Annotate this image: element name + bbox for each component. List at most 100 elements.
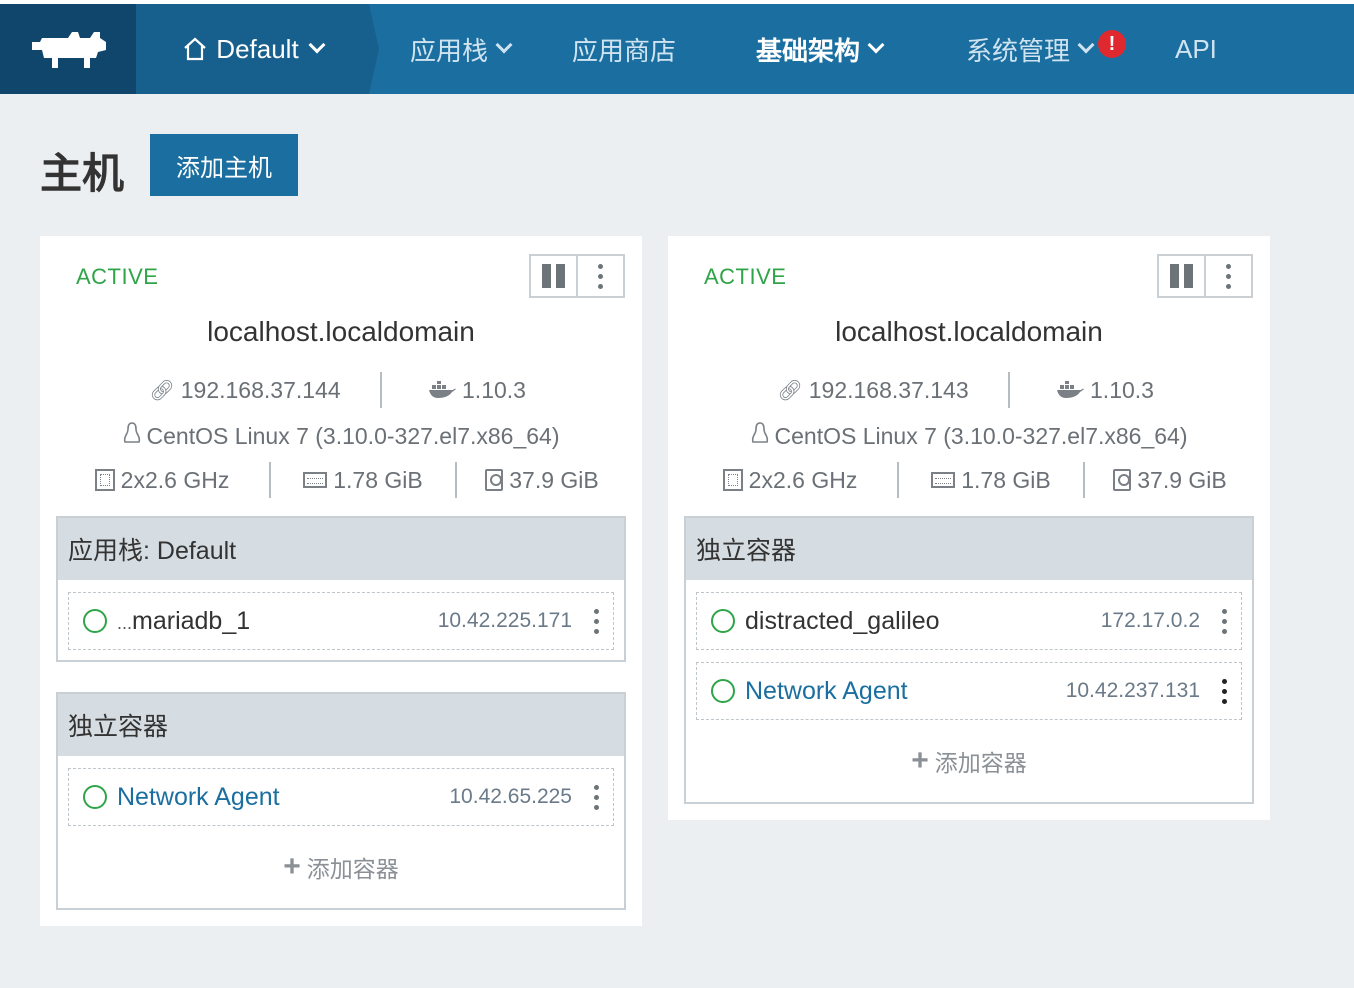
- host-card: ACTIVE localhost.localdomain 🔗︎ 192.168.…: [668, 236, 1270, 820]
- pause-button[interactable]: [1159, 256, 1204, 296]
- running-status-icon: [83, 609, 107, 633]
- stack-group: 应用栈: Default ...mariadb_1 10.42.225.171: [56, 516, 626, 662]
- host-ip-value: 192.168.37.144: [180, 376, 341, 403]
- container-ip: 10.42.237.131: [1065, 679, 1200, 702]
- host-info-row-resources: 2x2.6 GHz 1.78 GiB 37.9 GiB: [40, 462, 642, 498]
- running-status-icon: [711, 679, 735, 703]
- nav-item-api[interactable]: API: [1175, 4, 1217, 94]
- container-name[interactable]: distracted_galileo: [745, 607, 1101, 636]
- running-status-icon: [711, 609, 735, 633]
- environment-label: Default: [216, 33, 299, 64]
- cpu-icon: [722, 469, 743, 491]
- plus-icon: +: [283, 850, 301, 883]
- docker-icon: [429, 381, 457, 398]
- host-memory: 1.78 GiB: [899, 467, 1083, 494]
- host-disk-value: 37.9 GiB: [509, 466, 599, 493]
- add-container-button[interactable]: + 添加容器: [58, 850, 624, 884]
- cpu-icon: [94, 469, 115, 491]
- plus-icon: +: [911, 744, 929, 777]
- host-memory: 1.78 GiB: [271, 467, 455, 494]
- host-menu-button[interactable]: [1204, 256, 1251, 296]
- disk-icon: [485, 469, 504, 491]
- nav-item-label: 基础架构: [756, 35, 861, 66]
- docker-version: 1.10.3: [382, 377, 572, 404]
- container-row[interactable]: distracted_galileo 172.17.0.2: [696, 592, 1242, 650]
- rancher-logo[interactable]: [0, 4, 136, 94]
- host-cpu-value: 2x2.6 GHz: [120, 466, 230, 493]
- container-name-text: mariadb_1: [132, 606, 251, 635]
- environment-selector[interactable]: Default: [136, 4, 369, 94]
- container-menu-icon[interactable]: [1222, 608, 1227, 634]
- host-ip: 🔗︎ 192.168.37.144: [110, 377, 380, 404]
- docker-icon: [1057, 381, 1085, 398]
- host-actions: [529, 254, 625, 298]
- nav-item-catalog[interactable]: 应用商店: [572, 4, 676, 94]
- page-title: 主机: [40, 150, 125, 197]
- link-icon: 🔗︎: [777, 379, 803, 402]
- group-header: 独立容器: [58, 694, 624, 756]
- top-nav-bar: Default 应用栈 应用商店 基础架构 系统管理 ! API: [0, 4, 1354, 94]
- kebab-icon: [1226, 263, 1231, 289]
- host-state-badge: ACTIVE: [704, 264, 787, 289]
- host-info-row-network: 🔗︎ 192.168.37.144 1.10.3: [40, 372, 642, 408]
- link-icon: 🔗︎: [149, 379, 175, 402]
- container-row[interactable]: ...mariadb_1 10.42.225.171: [68, 592, 614, 650]
- host-os: CentOS Linux 7 (3.10.0-327.el7.x86_64): [146, 422, 560, 449]
- host-cpu: 2x2.6 GHz: [683, 467, 897, 494]
- container-row[interactable]: Network Agent 10.42.237.131: [696, 662, 1242, 720]
- host-os: CentOS Linux 7 (3.10.0-327.el7.x86_64): [774, 422, 1188, 449]
- add-host-button[interactable]: 添加主机: [150, 134, 298, 196]
- host-ip-value: 192.168.37.143: [808, 376, 969, 403]
- host-card: ACTIVE localhost.localdomain 🔗︎ 192.168.…: [40, 236, 642, 926]
- kebab-icon: [598, 263, 603, 289]
- home-icon: [184, 37, 207, 61]
- container-name[interactable]: Network Agent: [745, 677, 1066, 706]
- standalone-group: 独立容器 distracted_galileo 172.17.0.2 Netwo…: [684, 516, 1254, 804]
- group-header: 应用栈: Default: [58, 518, 624, 580]
- nav-item-label: 系统管理: [966, 35, 1071, 66]
- container-menu-icon[interactable]: [1222, 678, 1227, 704]
- add-container-button[interactable]: + 添加容器: [686, 744, 1252, 778]
- group-header: 独立容器: [686, 518, 1252, 580]
- container-row[interactable]: Network Agent 10.42.65.225: [68, 768, 614, 826]
- host-cpu: 2x2.6 GHz: [55, 467, 269, 494]
- host-info-row-os: CentOS Linux 7 (3.10.0-327.el7.x86_64): [40, 422, 642, 450]
- host-memory-value: 1.78 GiB: [333, 466, 423, 493]
- container-name[interactable]: Network Agent: [117, 783, 449, 812]
- add-container-label: 添加容器: [306, 856, 399, 882]
- pause-button[interactable]: [531, 256, 576, 296]
- host-info-row-network: 🔗︎ 192.168.37.143 1.10.3: [668, 372, 1270, 408]
- alert-icon: !: [1098, 30, 1127, 58]
- host-info-row-os: CentOS Linux 7 (3.10.0-327.el7.x86_64): [668, 422, 1270, 450]
- host-disk: 37.9 GiB: [1085, 467, 1255, 494]
- hostname: localhost.localdomain: [207, 316, 475, 347]
- pause-icon: [542, 264, 565, 288]
- nav-item-infrastructure[interactable]: 基础架构: [756, 4, 885, 94]
- host-cpu-value: 2x2.6 GHz: [748, 466, 858, 493]
- standalone-group: 独立容器 Network Agent 10.42.65.225 + 添加容器: [56, 692, 626, 910]
- container-ip: 10.42.225.171: [437, 609, 572, 632]
- chevron-down-icon: [495, 36, 513, 54]
- container-ip: 172.17.0.2: [1100, 609, 1200, 632]
- running-status-icon: [83, 785, 107, 809]
- host-actions: [1157, 254, 1253, 298]
- rancher-logo-icon: [32, 32, 106, 68]
- container-menu-icon[interactable]: [594, 784, 599, 810]
- docker-version-value: 1.10.3: [462, 376, 526, 403]
- nav-item-label: API: [1175, 33, 1217, 64]
- hostname: localhost.localdomain: [835, 316, 1103, 347]
- memory-icon: [931, 472, 956, 488]
- environment-arrow: [369, 4, 379, 94]
- name-ellipsis: ...: [117, 612, 133, 633]
- host-state-badge: ACTIVE: [76, 264, 159, 289]
- nav-item-admin[interactable]: 系统管理 !: [966, 4, 1127, 94]
- nav-item-label: 应用栈: [410, 35, 489, 66]
- pause-icon: [1170, 264, 1193, 288]
- linux-icon: [751, 422, 769, 450]
- container-menu-icon[interactable]: [594, 608, 599, 634]
- add-container-label: 添加容器: [934, 750, 1027, 776]
- host-menu-button[interactable]: [576, 256, 623, 296]
- container-name[interactable]: ...mariadb_1: [117, 607, 438, 636]
- host-ip: 🔗︎ 192.168.37.143: [738, 377, 1008, 404]
- nav-item-stacks[interactable]: 应用栈: [410, 4, 513, 94]
